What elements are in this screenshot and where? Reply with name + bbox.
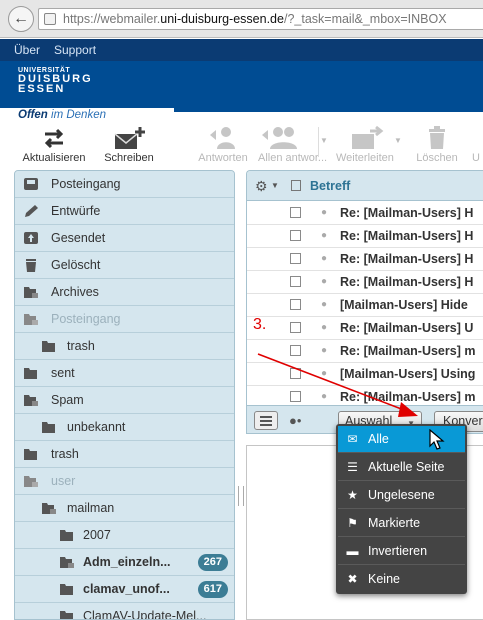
menu-item-label: Ungelesene: [368, 488, 435, 502]
list-icon: ☰: [347, 460, 358, 474]
menu-item-label: Alle: [368, 432, 389, 446]
envelope-icon: ✉: [347, 432, 358, 446]
menu-item-label: Invertieren: [368, 544, 428, 558]
star-icon: ★: [347, 488, 358, 502]
menu-item-label: Markierte: [368, 516, 421, 530]
x-icon: ✖: [347, 572, 358, 586]
mouse-cursor-icon: [429, 429, 445, 450]
menu-item-unread[interactable]: ★ Ungelesene: [338, 482, 465, 509]
menu-item-current-page[interactable]: ☰ Aktuelle Seite: [338, 454, 465, 481]
menu-item-flagged[interactable]: ⚑ Markierte: [338, 510, 465, 537]
menu-item-invert[interactable]: ▬ Invertieren: [338, 538, 465, 565]
select-menu: ✉ Alle ☰ Aktuelle Seite ★ Ungelesene ⚑ M…: [336, 424, 467, 594]
invert-icon: ▬: [346, 544, 359, 558]
menu-item-none[interactable]: ✖ Keine: [338, 566, 465, 593]
flag-icon: ⚑: [347, 516, 358, 530]
menu-item-label: Keine: [368, 572, 400, 586]
menu-item-all[interactable]: ✉ Alle: [338, 426, 465, 453]
menu-item-label: Aktuelle Seite: [368, 460, 445, 474]
